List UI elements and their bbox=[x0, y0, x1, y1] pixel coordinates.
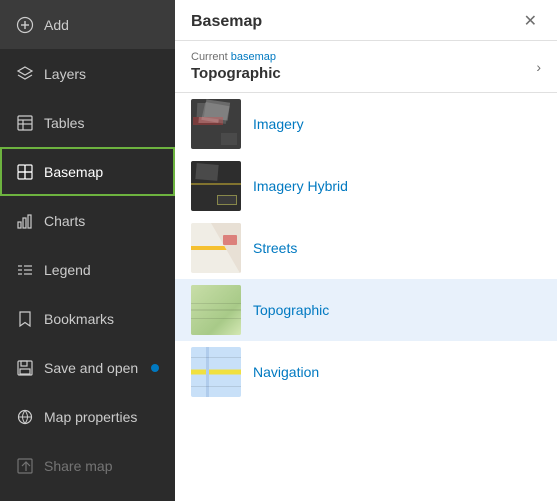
sidebar-item-bookmarks-label: Bookmarks bbox=[44, 311, 159, 327]
sidebar-item-tables-label: Tables bbox=[44, 115, 159, 131]
basemap-label-topographic: Topographic bbox=[253, 302, 329, 318]
panel-header: Basemap ✕ bbox=[175, 0, 557, 41]
sidebar-item-basemap-label: Basemap bbox=[44, 164, 159, 180]
legend-icon bbox=[16, 261, 34, 279]
current-basemap-label-highlight: basemap bbox=[231, 51, 276, 63]
current-basemap-label: Current basemap bbox=[191, 51, 281, 63]
basemap-item-imagery[interactable]: Imagery bbox=[175, 93, 557, 155]
sidebar-item-add[interactable]: Add bbox=[0, 0, 175, 49]
basemap-item-topographic[interactable]: Topographic bbox=[175, 279, 557, 341]
sidebar-item-tables[interactable]: Tables bbox=[0, 98, 175, 147]
save-notification-dot bbox=[151, 364, 159, 372]
sidebar-item-legend-label: Legend bbox=[44, 262, 159, 278]
basemap-label-hybrid: Imagery Hybrid bbox=[253, 178, 348, 194]
close-button[interactable]: ✕ bbox=[520, 12, 541, 32]
sidebar-item-share-map[interactable]: Share map bbox=[0, 441, 175, 490]
bookmarks-icon bbox=[16, 310, 34, 328]
map-properties-icon bbox=[16, 408, 34, 426]
sidebar-item-bookmarks[interactable]: Bookmarks bbox=[0, 294, 175, 343]
basemap-label-navigation: Navigation bbox=[253, 364, 319, 380]
share-map-icon bbox=[16, 457, 34, 475]
sidebar-item-charts-label: Charts bbox=[44, 213, 159, 229]
basemap-label-imagery: Imagery bbox=[253, 116, 304, 132]
layers-icon bbox=[16, 65, 34, 83]
basemap-thumb-navigation bbox=[191, 347, 241, 397]
basemap-label-streets: Streets bbox=[253, 240, 297, 256]
current-basemap-name: Topographic bbox=[191, 65, 281, 82]
basemap-thumb-streets bbox=[191, 223, 241, 273]
charts-icon bbox=[16, 212, 34, 230]
sidebar-item-map-properties-label: Map properties bbox=[44, 409, 159, 425]
basemap-thumb-topographic bbox=[191, 285, 241, 335]
sidebar-item-save-label: Save and open bbox=[44, 360, 141, 376]
sidebar-item-charts[interactable]: Charts bbox=[0, 196, 175, 245]
sidebar-item-layers-label: Layers bbox=[44, 66, 159, 82]
panel-title: Basemap bbox=[191, 13, 262, 31]
basemap-thumb-imagery bbox=[191, 99, 241, 149]
basemap-thumb-hybrid bbox=[191, 161, 241, 211]
sidebar-item-legend[interactable]: Legend bbox=[0, 245, 175, 294]
sidebar: Add Layers Tables bbox=[0, 0, 175, 501]
sidebar-item-layers[interactable]: Layers bbox=[0, 49, 175, 98]
basemap-item-imagery-hybrid[interactable]: Imagery Hybrid bbox=[175, 155, 557, 217]
add-icon bbox=[16, 16, 34, 34]
basemap-panel: Basemap ✕ Current basemap Topographic › … bbox=[175, 0, 557, 501]
basemap-item-navigation[interactable]: Navigation bbox=[175, 341, 557, 403]
sidebar-item-add-label: Add bbox=[44, 17, 159, 33]
chevron-right-icon: › bbox=[536, 59, 541, 75]
save-and-open-icon bbox=[16, 359, 34, 377]
basemap-item-streets[interactable]: Streets bbox=[175, 217, 557, 279]
sidebar-item-basemap[interactable]: Basemap bbox=[0, 147, 175, 196]
sidebar-item-map-properties[interactable]: Map properties bbox=[0, 392, 175, 441]
sidebar-item-share-map-label: Share map bbox=[44, 458, 159, 474]
tables-icon bbox=[16, 114, 34, 132]
basemap-icon bbox=[16, 163, 34, 181]
current-basemap-info: Current basemap Topographic bbox=[191, 51, 281, 82]
basemap-list: Imagery Imagery Hybrid Str bbox=[175, 93, 557, 501]
sidebar-item-save-and-open[interactable]: Save and open bbox=[0, 343, 175, 392]
current-basemap-row[interactable]: Current basemap Topographic › bbox=[175, 41, 557, 93]
